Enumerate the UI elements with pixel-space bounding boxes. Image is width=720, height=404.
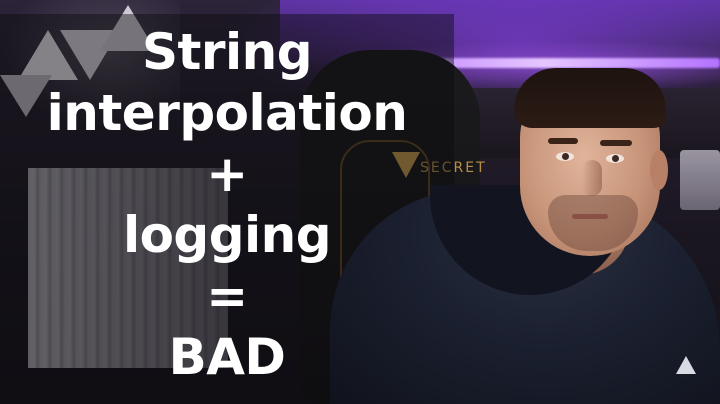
pupil-left <box>562 153 569 160</box>
shelf-figurine <box>680 150 720 210</box>
video-thumbnail: SECRET String interpolation + logging = … <box>0 0 720 404</box>
ear <box>650 150 668 190</box>
mouth <box>572 214 608 219</box>
hair <box>514 68 666 128</box>
eyebrow-right <box>600 140 632 146</box>
eyebrow-left <box>548 138 578 144</box>
pupil-right <box>612 155 619 162</box>
title-line: interpolation <box>46 84 408 142</box>
title-line: String <box>141 23 313 81</box>
nose <box>582 160 602 196</box>
hoodie-logo-icon <box>676 356 696 374</box>
title-line: + <box>206 145 248 203</box>
